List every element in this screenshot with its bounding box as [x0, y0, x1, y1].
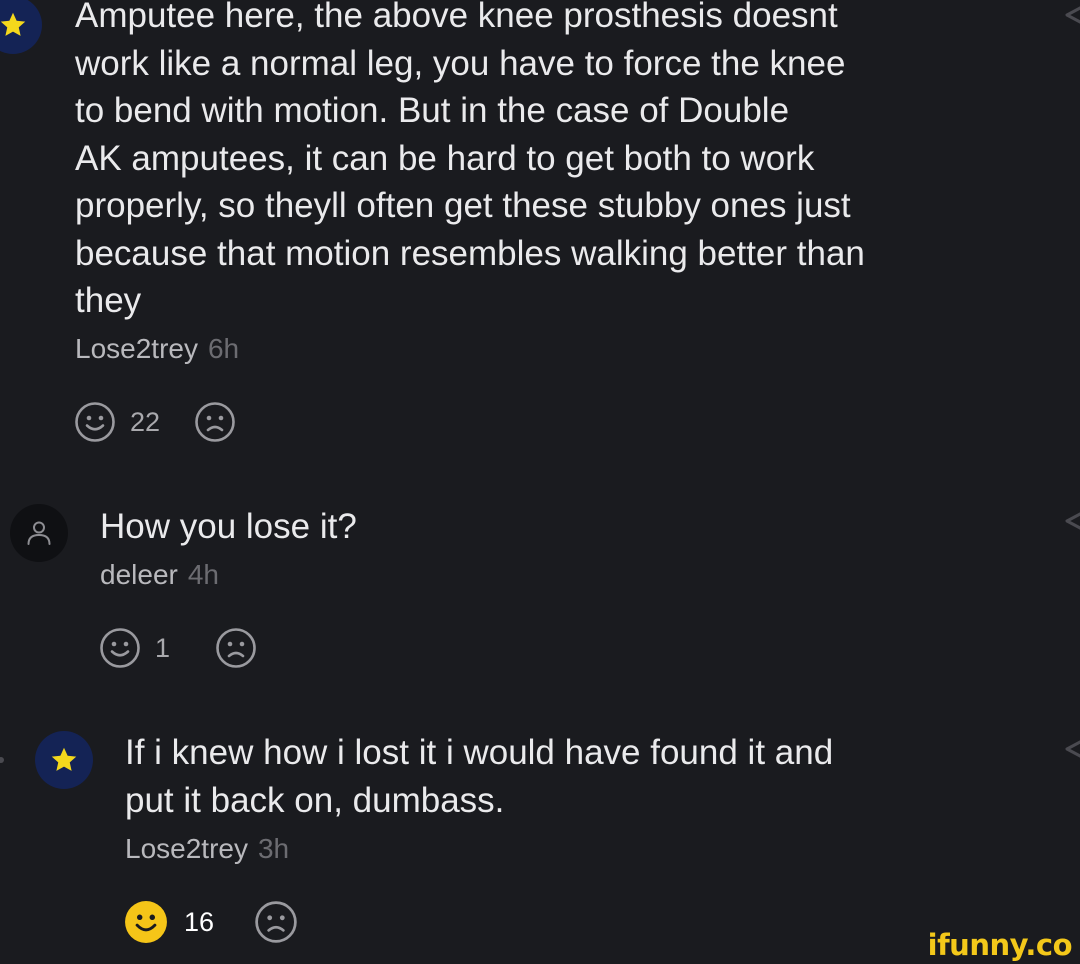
ifunny-watermark: ifunny.co [927, 928, 1073, 962]
reaction-bar: 1 [99, 627, 257, 669]
comment-author[interactable]: Lose2trey [125, 833, 248, 864]
comment-time: 6h [207, 333, 240, 364]
reply-arrow-icon [1065, 6, 1080, 24]
like-button[interactable] [124, 900, 168, 944]
reply-button[interactable] [1056, 734, 1080, 769]
avatar[interactable] [35, 731, 93, 789]
avatar[interactable] [10, 504, 68, 562]
comment-time: 4h [187, 559, 219, 590]
dislike-button[interactable] [254, 900, 298, 944]
frown-icon [255, 901, 297, 943]
comment-text: If i knew how i lost it i would have fou… [125, 733, 834, 820]
smile-icon [100, 628, 140, 668]
avatar[interactable] [0, 0, 42, 54]
comment-meta: deleer 4h [100, 559, 219, 591]
comment-1: Amputee here, the above knee prosthesis … [0, 0, 1080, 470]
frown-icon [195, 402, 235, 442]
comment-text: How you lose it? [100, 507, 357, 546]
comment-author[interactable]: deleer [100, 559, 178, 590]
dislike-button[interactable] [215, 627, 257, 669]
star-icon [0, 12, 26, 36]
smile-icon [75, 402, 115, 442]
user-icon [27, 521, 51, 545]
thread-dot [0, 757, 4, 763]
reply-button[interactable] [1056, 506, 1080, 541]
like-count: 16 [184, 906, 215, 937]
frown-icon [216, 628, 256, 668]
reply-arrow-icon [1065, 512, 1080, 530]
comment-3: If i knew how i lost it i would have fou… [0, 710, 1080, 964]
comment-2: How you lose it? deleer 4h 1 [0, 470, 1080, 710]
like-count: 22 [130, 406, 161, 437]
dislike-button[interactable] [194, 401, 236, 443]
reply-arrow-icon [1065, 740, 1080, 758]
reply-button[interactable] [1056, 0, 1080, 35]
like-button[interactable] [74, 401, 116, 443]
like-button[interactable] [99, 627, 141, 669]
comment-meta: Lose2trey 3h [125, 833, 289, 865]
smile-filled-icon [125, 901, 167, 943]
comment-meta: Lose2trey 6h [75, 333, 239, 365]
like-count: 1 [155, 632, 171, 663]
reaction-bar: 16 [124, 900, 298, 944]
comment-author[interactable]: Lose2trey [75, 333, 198, 364]
comment-text: Amputee here, the above knee prosthesis … [75, 0, 865, 320]
comment-time: 3h [257, 833, 290, 864]
star-icon [51, 747, 77, 771]
reaction-bar: 22 [74, 401, 236, 443]
